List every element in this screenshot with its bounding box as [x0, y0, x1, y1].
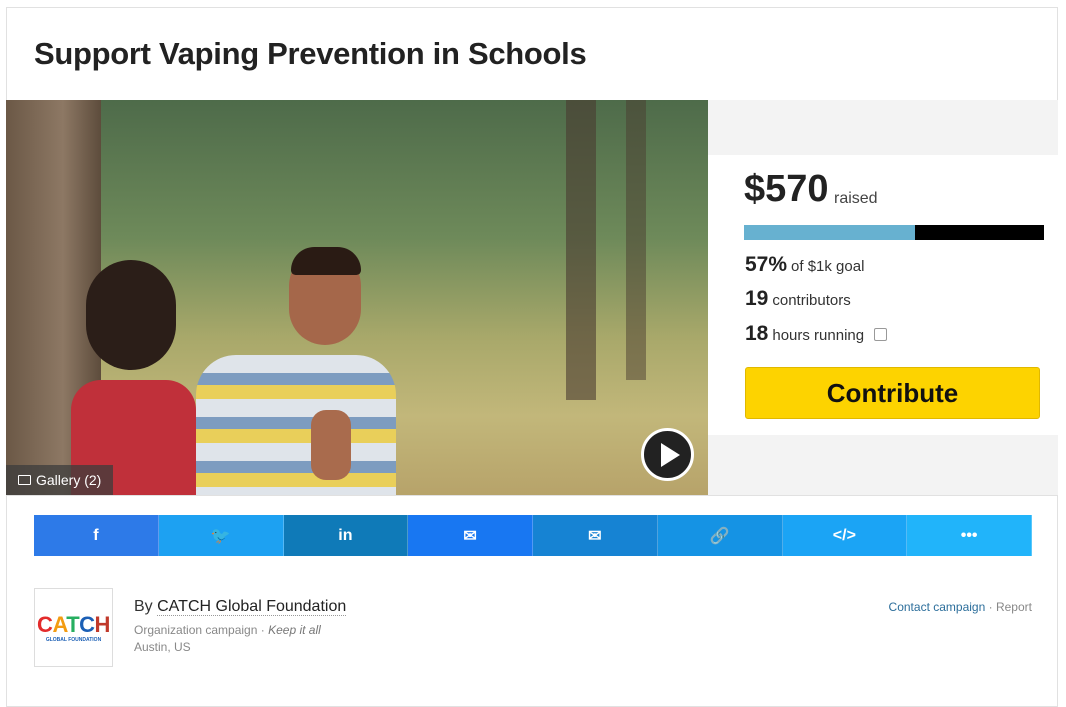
logo-text: CATCH — [37, 612, 110, 637]
share-email-button[interactable]: ✉ — [533, 515, 658, 556]
progress-bar — [744, 225, 1044, 240]
links-separator: · — [988, 600, 993, 614]
email-icon: ✉ — [588, 527, 602, 545]
raised-hand — [311, 410, 351, 480]
messenger-icon: ✉ — [463, 527, 477, 545]
goal-percent: 57% — [745, 253, 788, 276]
play-button[interactable] — [641, 428, 694, 481]
contributors-count: 19 — [745, 287, 769, 310]
contribute-button[interactable]: Contribute — [745, 367, 1040, 419]
gallery-label: Gallery (2) — [36, 472, 102, 488]
report-link[interactable]: Report — [996, 600, 1032, 614]
meta-separator: · — [260, 623, 265, 637]
contact-campaign-link[interactable]: Contact campaign — [889, 600, 986, 614]
hours-stat: 18 hours running — [745, 322, 888, 346]
image-icon — [18, 475, 31, 485]
linkedin-icon: in — [338, 526, 353, 544]
goal-label: of $1k goal — [791, 258, 865, 275]
by-prefix: By — [134, 598, 153, 615]
amount-raised: $570 — [744, 168, 829, 210]
twitter-icon: 🐦 — [210, 527, 231, 545]
organizer-name-link[interactable]: CATCH Global Foundation — [157, 598, 347, 616]
share-facebook-button[interactable]: f — [34, 515, 159, 556]
share-more-button[interactable]: ••• — [907, 515, 1032, 556]
share-messenger-button[interactable]: ✉ — [408, 515, 533, 556]
organizer-byline: By CATCH Global Foundation — [134, 598, 347, 616]
person-striped-shirt — [196, 355, 396, 495]
facebook-icon: f — [93, 526, 99, 544]
campaign-links: Contact campaign · Report — [889, 600, 1032, 614]
embed-icon: </> — [832, 526, 856, 544]
divider — [6, 495, 1058, 496]
logo-subtext: GLOBAL FOUNDATION — [45, 637, 102, 643]
campaign-hero-image[interactable] — [6, 100, 708, 495]
campaign-title: Support Vaping Prevention in Schools — [34, 36, 587, 71]
more-icon: ••• — [960, 526, 978, 544]
gallery-button[interactable]: Gallery (2) — [6, 465, 113, 495]
share-twitter-button[interactable]: 🐦 — [158, 515, 284, 556]
background-tree — [566, 100, 596, 400]
funding-model: Keep it all — [268, 623, 321, 637]
hours-label: hours running — [772, 327, 865, 344]
organization-logo[interactable]: CATCH GLOBAL FOUNDATION — [34, 588, 113, 667]
hours-count: 18 — [745, 322, 769, 345]
share-link-button[interactable]: 🔗 — [657, 515, 783, 556]
share-bar: f 🐦 in ✉ ✉ 🔗 </> ••• — [34, 515, 1032, 556]
campaign-type: Organization campaign — [134, 623, 258, 637]
share-embed-button[interactable]: </> — [782, 515, 908, 556]
contributors-stat: 19 contributors — [745, 287, 851, 311]
calendar-icon — [874, 328, 888, 341]
person-head — [86, 260, 176, 370]
background-tree — [626, 100, 646, 380]
campaign-meta: Organization campaign · Keep it all — [134, 623, 321, 637]
link-icon: 🔗 — [709, 527, 730, 545]
play-icon — [660, 442, 680, 467]
raised-label: raised — [834, 190, 878, 207]
goal-stat: 57% of $1k goal — [745, 253, 864, 277]
progress-bar-fill — [744, 225, 915, 240]
person-hair — [291, 247, 361, 275]
location: Austin, US — [134, 640, 191, 654]
contributors-label: contributors — [772, 292, 851, 309]
share-linkedin-button[interactable]: in — [283, 515, 409, 556]
